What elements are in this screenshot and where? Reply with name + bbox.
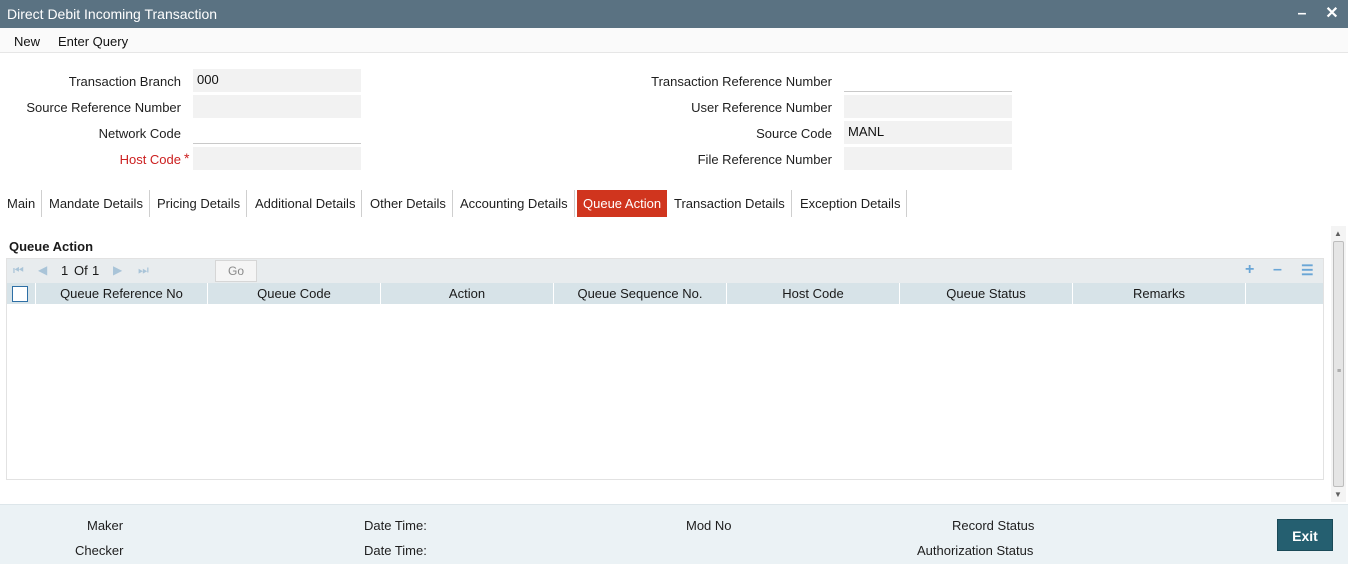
user-reference-number-label: User Reference Number xyxy=(691,100,832,115)
host-code-label: Host Code xyxy=(120,152,181,167)
delete-row-icon[interactable]: – xyxy=(1273,261,1282,279)
previous-page-icon[interactable]: ◀ xyxy=(38,263,47,277)
checker-date-time-label: Date Time: xyxy=(364,543,427,558)
file-reference-number-field[interactable] xyxy=(844,147,1012,170)
grid-toolbar: ⏮ ◀ 1 Of 1 ▶ ⏭ Go + – ☰ xyxy=(7,259,1323,283)
column-queue-sequence-no[interactable]: Queue Sequence No. xyxy=(554,283,727,304)
scroll-grip-icon: ≡ xyxy=(1337,368,1342,375)
tab-mandate-details[interactable]: Mandate Details xyxy=(43,190,150,217)
source-code-label: Source Code xyxy=(756,126,832,141)
footer: Maker Checker Date Time: Date Time: Mod … xyxy=(0,504,1348,564)
total-pages: 1 xyxy=(92,263,100,278)
column-host-code[interactable]: Host Code xyxy=(727,283,900,304)
transaction-reference-number-field[interactable] xyxy=(844,69,1012,92)
checker-label: Checker xyxy=(75,543,124,558)
scroll-up-icon[interactable]: ▲ xyxy=(1334,229,1342,238)
network-code-label: Network Code xyxy=(98,126,181,141)
vertical-scrollbar[interactable]: ▲ ≡ ▼ xyxy=(1331,226,1346,502)
tab-accounting-details[interactable]: Accounting Details xyxy=(454,190,575,217)
source-reference-number-field[interactable] xyxy=(193,95,361,118)
list-view-icon[interactable]: ☰ xyxy=(1301,262,1314,279)
select-all-checkbox[interactable] xyxy=(12,286,28,302)
scroll-thumb[interactable]: ≡ xyxy=(1333,241,1344,487)
tab-pricing-details[interactable]: Pricing Details xyxy=(151,190,248,217)
column-queue-code[interactable]: Queue Code xyxy=(208,283,381,304)
transaction-reference-number-label: Transaction Reference Number xyxy=(651,74,832,89)
tab-main[interactable]: Main xyxy=(1,190,43,217)
add-row-icon[interactable]: + xyxy=(1245,261,1254,279)
tab-bar: Main Mandate Details Pricing Details Add… xyxy=(0,190,1348,217)
transaction-branch-field[interactable]: 000 xyxy=(193,69,361,92)
tab-queue-action[interactable]: Queue Action xyxy=(577,190,668,217)
tab-transaction-details[interactable]: Transaction Details xyxy=(668,190,792,217)
last-page-icon[interactable]: ⏭ xyxy=(138,263,149,278)
file-reference-number-label: File Reference Number xyxy=(697,152,832,167)
source-code-field[interactable]: MANL xyxy=(844,121,1012,144)
authorization-status-label: Authorization Status xyxy=(917,543,1034,558)
menu-bar: New Enter Query xyxy=(0,28,1348,53)
next-page-icon[interactable]: ▶ xyxy=(113,263,122,277)
window-title: Direct Debit Incoming Transaction xyxy=(7,6,218,22)
maker-date-time-label: Date Time: xyxy=(364,518,427,533)
minimize-icon[interactable]: – xyxy=(1291,3,1313,25)
record-status-label: Record Status xyxy=(952,518,1035,533)
column-remarks[interactable]: Remarks xyxy=(1073,283,1246,304)
close-icon[interactable]: ✕ xyxy=(1321,3,1343,25)
tab-other-details[interactable]: Other Details xyxy=(364,190,453,217)
maker-label: Maker xyxy=(87,518,124,533)
column-queue-status[interactable]: Queue Status xyxy=(900,283,1073,304)
queue-action-grid: ⏮ ◀ 1 Of 1 ▶ ⏭ Go + – ☰ Queue Reference … xyxy=(6,258,1324,480)
network-code-field[interactable] xyxy=(193,121,361,144)
go-button[interactable]: Go xyxy=(215,260,257,282)
host-code-label-text: Host Code xyxy=(119,152,181,167)
column-queue-reference-no[interactable]: Queue Reference No xyxy=(35,283,208,304)
of-label: Of xyxy=(74,263,88,278)
column-action[interactable]: Action xyxy=(381,283,554,304)
title-bar: Direct Debit Incoming Transaction – ✕ xyxy=(0,0,1348,28)
menu-new[interactable]: New xyxy=(14,34,40,49)
queue-action-title: Queue Action xyxy=(9,239,94,254)
tab-exception-details[interactable]: Exception Details xyxy=(794,190,908,217)
menu-enter-query[interactable]: Enter Query xyxy=(58,34,128,49)
required-mark: * xyxy=(184,150,190,166)
mod-no-label: Mod No xyxy=(686,518,732,533)
source-reference-number-label: Source Reference Number xyxy=(26,100,181,115)
first-page-icon[interactable]: ⏮ xyxy=(13,263,24,278)
transaction-branch-label: Transaction Branch xyxy=(68,74,181,89)
current-page: 1 xyxy=(61,263,69,278)
scroll-down-icon[interactable]: ▼ xyxy=(1334,490,1342,499)
host-code-field[interactable] xyxy=(193,147,361,170)
tab-additional-details[interactable]: Additional Details xyxy=(249,190,363,217)
exit-button[interactable]: Exit xyxy=(1277,519,1333,551)
grid-header: Queue Reference No Queue Code Action Que… xyxy=(7,283,1323,304)
user-reference-number-field[interactable] xyxy=(844,95,1012,118)
